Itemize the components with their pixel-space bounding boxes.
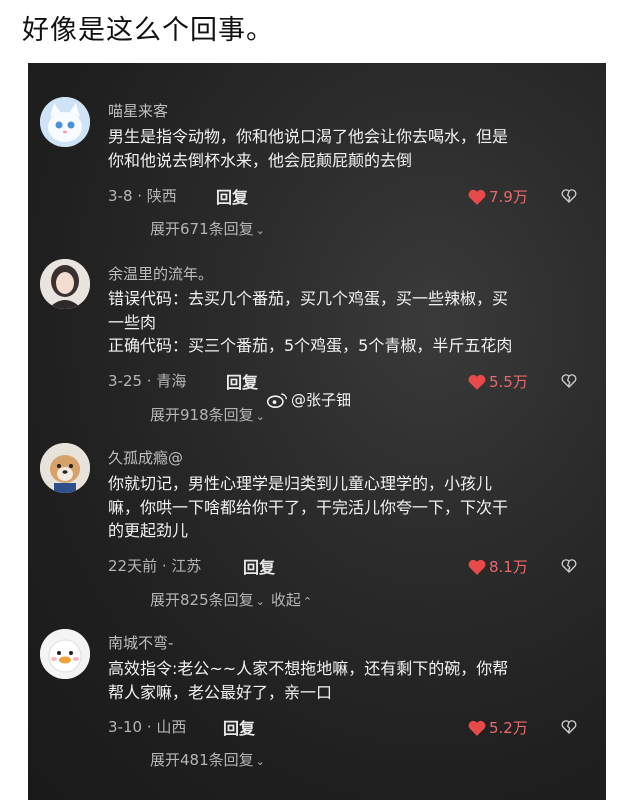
like-count: 5.5万: [489, 373, 528, 391]
broken-heart-icon[interactable]: [561, 188, 577, 204]
chevron-down-icon: ⌄: [255, 755, 265, 768]
heart-icon: [468, 374, 486, 390]
comment-meta: 3-25 · 青海: [108, 372, 187, 390]
post-title: 好像是这么个回事。: [22, 15, 274, 46]
chevron-down-icon: ⌄: [255, 224, 265, 237]
comment-line: 高效指令:老公~~人家不想拖地嘛，还有剩下的碗，你帮: [108, 659, 509, 678]
expand-replies[interactable]: 展开825条回复 ⌄ 收起 ⌃: [150, 589, 312, 610]
comment-line: 错误代码：去买几个番茄，买几个鸡蛋，买一些辣椒，买: [108, 289, 509, 308]
broken-heart-icon[interactable]: [561, 719, 577, 735]
broken-heart-icon[interactable]: [561, 373, 577, 389]
reply-button[interactable]: 回复: [223, 715, 255, 739]
comment-username[interactable]: 喵星来客: [108, 100, 168, 121]
comment-line: 帮人家嘛，老公最好了，亲一口: [108, 682, 333, 702]
expand-label: 展开825条回复: [150, 591, 254, 609]
comment-username[interactable]: 南城不弯-: [108, 632, 173, 653]
like-button[interactable]: 8.1万: [468, 556, 528, 577]
comment-text: 错误代码：去买几个番茄，买几个鸡蛋，买一些辣椒，买 一些肉 正确代码：买三个番茄…: [108, 287, 588, 358]
chevron-down-icon: ⌄: [255, 595, 265, 608]
expand-replies[interactable]: 展开918条回复 ⌄: [150, 404, 265, 425]
comment-line: 男生是指令动物，你和他说口渴了他会让你去喝水，但是: [108, 127, 509, 146]
comment-line: 正确代码：买三个番茄，5个鸡蛋，5个青椒，半斤五花肉: [108, 336, 513, 355]
reply-button[interactable]: 回复: [226, 369, 258, 393]
collapse-label[interactable]: 收起: [271, 591, 301, 609]
like-count: 5.2万: [489, 719, 528, 737]
chevron-up-icon: ⌃: [302, 595, 313, 608]
like-button[interactable]: 5.5万: [468, 371, 528, 392]
comment-username[interactable]: 久孤成瘾@: [108, 447, 183, 468]
weibo-watermark: @张子钿: [266, 389, 351, 410]
expand-label: 展开481条回复: [150, 751, 254, 769]
chevron-down-icon: ⌄: [255, 410, 265, 423]
heart-icon: [468, 559, 486, 575]
comment-line: 你和他说去倒杯水来，他会屁颠屁颠的去倒: [108, 150, 413, 170]
comment-line: 嘛，你哄一下啥都给你干了，干完活儿你夸一下，下次干: [108, 497, 509, 517]
cat-avatar[interactable]: [40, 97, 90, 147]
like-count: 8.1万: [489, 558, 528, 576]
expand-label: 展开671条回复: [150, 220, 254, 238]
expand-label: 展开918条回复: [150, 406, 254, 424]
duck-avatar[interactable]: [40, 629, 90, 679]
expand-replies[interactable]: 展开481条回复 ⌄: [150, 749, 265, 770]
heart-icon: [468, 720, 486, 736]
comment-line: 的更起劲儿: [108, 521, 189, 540]
comment-meta: 22天前 · 江苏: [108, 557, 202, 575]
comment-text: 男生是指令动物，你和他说口渴了他会让你去喝水，但是 你和他说去倒杯水来，他会屁颠…: [108, 125, 588, 172]
comment-meta: 3-10 · 山西: [108, 718, 187, 736]
comment-screenshot: 喵星来客 男生是指令动物，你和他说口渴了他会让你去喝水，但是 你和他说去倒杯水来…: [28, 63, 606, 800]
comment-text: 你就切记，男性心理学是归类到儿童心理学的，小孩儿 嘛，你哄一下啥都给你干了，干完…: [108, 472, 588, 543]
heart-icon: [468, 189, 486, 205]
reply-button[interactable]: 回复: [243, 554, 275, 578]
like-count: 7.9万: [489, 188, 528, 206]
weibo-icon: [266, 392, 287, 408]
comment-line: 你就切记，男性心理学是归类到儿童心理学的，小孩儿: [108, 474, 493, 493]
comment-meta: 3-8 · 陕西: [108, 187, 177, 205]
comment-text: 高效指令:老公~~人家不想拖地嘛，还有剩下的碗，你帮 帮人家嘛，老公最好了，亲一…: [108, 657, 588, 704]
broken-heart-icon[interactable]: [561, 558, 577, 574]
like-button[interactable]: 7.9万: [468, 186, 528, 207]
like-button[interactable]: 5.2万: [468, 717, 528, 738]
dog-avatar[interactable]: [40, 443, 90, 493]
expand-replies[interactable]: 展开671条回复 ⌄: [150, 218, 265, 239]
comment-line: 一些肉: [108, 312, 157, 332]
comment-username[interactable]: 余温里的流年。: [108, 263, 213, 284]
girl-avatar[interactable]: [40, 259, 90, 309]
watermark-text: @张子钿: [291, 391, 352, 409]
reply-button[interactable]: 回复: [216, 184, 248, 208]
